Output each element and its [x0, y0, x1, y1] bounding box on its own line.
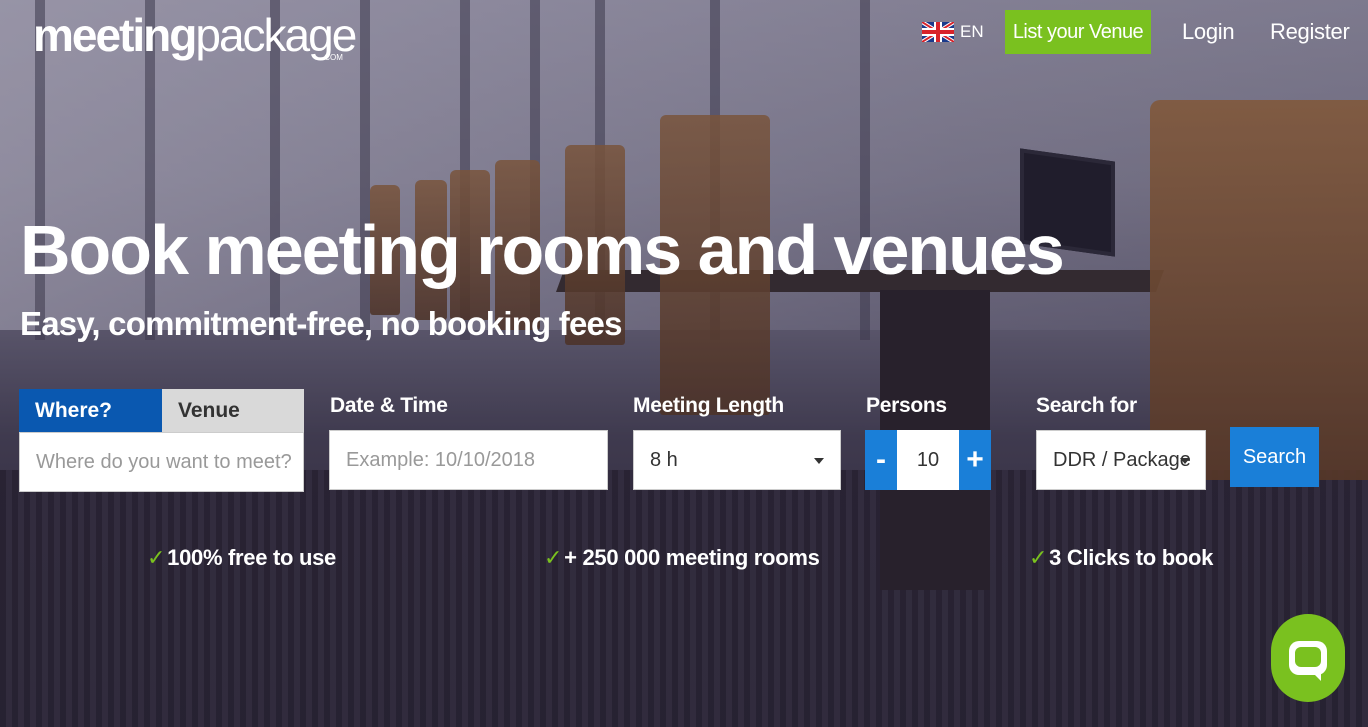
persons-label: Persons: [866, 394, 947, 417]
checkmark-icon: ✓: [147, 545, 166, 570]
feature-label: 3 Clicks to book: [1049, 545, 1214, 570]
search-for-label: Search for: [1036, 394, 1137, 417]
meeting-length-select[interactable]: 8 h: [633, 430, 841, 490]
tab-where[interactable]: Where?: [19, 389, 162, 432]
list-your-venue-button[interactable]: List your Venue: [1005, 10, 1151, 54]
persons-decrement-button[interactable]: -: [865, 430, 897, 490]
feature-rooms: ✓ + 250 000 meeting rooms: [544, 545, 820, 571]
chat-button[interactable]: [1271, 614, 1345, 702]
feature-label: 100% free to use: [167, 545, 336, 570]
meeting-length-value: 8 h: [650, 448, 678, 471]
uk-flag-icon: [922, 22, 954, 42]
language-selector[interactable]: EN: [922, 22, 984, 42]
feature-clicks: ✓ 3 Clicks to book: [1029, 545, 1213, 571]
where-input[interactable]: Where do you want to meet?: [19, 432, 304, 492]
logo-meeting: meeting: [33, 9, 197, 61]
login-link[interactable]: Login: [1182, 19, 1235, 45]
checkmark-icon: ✓: [544, 545, 563, 570]
search-for-value: DDR / Package: [1053, 448, 1191, 471]
register-link[interactable]: Register: [1270, 19, 1350, 45]
persons-increment-button[interactable]: +: [959, 430, 991, 490]
meeting-length-label: Meeting Length: [633, 394, 784, 417]
chat-icon: [1289, 641, 1327, 681]
search-for-select[interactable]: DDR / Package: [1036, 430, 1206, 490]
logo-suffix: .COM: [322, 53, 343, 62]
date-time-label: Date & Time: [330, 394, 448, 417]
checkmark-icon: ✓: [1029, 545, 1048, 570]
caret-down-icon: [814, 458, 824, 464]
logo[interactable]: meeting package .COM: [33, 8, 357, 62]
hero-headline: Book meeting rooms and venues: [20, 211, 1065, 289]
hero-background: [0, 0, 1368, 727]
caret-down-icon: [1180, 458, 1190, 464]
date-time-input[interactable]: Example: 10/10/2018: [329, 430, 608, 490]
feature-label: + 250 000 meeting rooms: [564, 545, 820, 570]
feature-free: ✓ 100% free to use: [147, 545, 336, 571]
search-button[interactable]: Search: [1230, 427, 1319, 487]
language-label: EN: [960, 22, 984, 41]
tab-venue[interactable]: Venue: [162, 389, 304, 432]
hero-subhead: Easy, commitment-free, no booking fees: [20, 305, 622, 342]
persons-input[interactable]: 10: [897, 430, 959, 490]
